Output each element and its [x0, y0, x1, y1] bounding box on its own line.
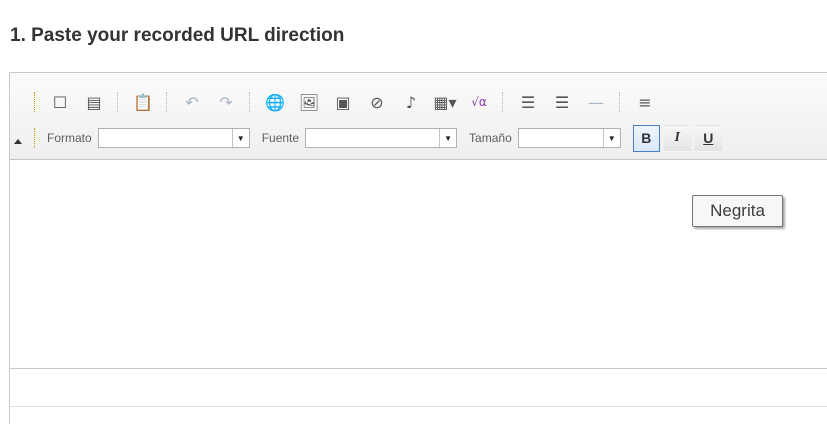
format-select[interactable]: ▼ [97, 128, 250, 148]
toolbar-grip[interactable] [34, 92, 38, 112]
toolbar-row-2: Formato ▼ Fuente ▼ Tamaño ▼ B I U [34, 123, 722, 153]
toolbar-separator [249, 92, 252, 112]
page-title: 1. Paste your recorded URL direction [10, 25, 345, 46]
collapse-toolbar-icon[interactable] [14, 139, 22, 144]
bold-tooltip: Negrita [692, 195, 783, 227]
font-label: Fuente [261, 131, 300, 145]
size-select[interactable]: ▼ [517, 128, 621, 148]
editor-content-area[interactable] [10, 160, 827, 368]
editor-toolbar: ☐ ▤ 📋 ↶ ↷ 🌐 🖼 ▣ ⊘ ♪ ▦▾ √α ☰ ☰ — ≡ Format… [10, 73, 827, 160]
audio-icon[interactable]: ♪ [396, 87, 426, 117]
italic-button[interactable]: I [663, 124, 691, 152]
align-left-icon[interactable]: ≡ [630, 87, 660, 117]
flash-icon[interactable]: ⊘ [362, 87, 392, 117]
toolbar-separator [117, 92, 120, 112]
toolbar-separator [502, 92, 505, 112]
paste-word-icon[interactable]: 📋 [128, 87, 158, 117]
redo-icon[interactable]: ↷ [211, 87, 241, 117]
table-icon[interactable]: ▦▾ [430, 87, 460, 117]
image-icon[interactable]: 🖼 [294, 87, 324, 117]
underline-button[interactable]: U [694, 124, 722, 152]
chevron-down-icon[interactable]: ▼ [439, 129, 456, 147]
font-select[interactable]: ▼ [305, 128, 458, 148]
video-icon[interactable]: ▣ [328, 87, 358, 117]
new-page-icon[interactable]: ☐ [45, 87, 75, 117]
chevron-down-icon[interactable]: ▼ [231, 129, 249, 147]
undo-icon[interactable]: ↶ [177, 87, 207, 117]
toolbar-row-1: ☐ ▤ 📋 ↶ ↷ 🌐 🖼 ▣ ⊘ ♪ ▦▾ √α ☰ ☰ — ≡ [34, 86, 662, 118]
editor-footer [9, 369, 827, 407]
format-label: Formato [47, 131, 92, 145]
bold-button[interactable]: B [632, 124, 660, 152]
numbered-list-icon[interactable]: ☰ [547, 87, 577, 117]
toolbar-separator [619, 92, 622, 112]
equation-icon[interactable]: √α [464, 87, 494, 117]
link-icon[interactable]: 🌐 [260, 87, 290, 117]
horizontal-rule-icon[interactable]: — [581, 87, 611, 117]
size-label: Tamaño [469, 131, 512, 145]
chevron-down-icon[interactable]: ▼ [602, 129, 620, 147]
divider [9, 407, 10, 424]
toolbar-grip[interactable] [34, 128, 38, 148]
templates-icon[interactable]: ▤ [79, 87, 109, 117]
bulleted-list-icon[interactable]: ☰ [513, 87, 543, 117]
toolbar-separator [166, 92, 169, 112]
